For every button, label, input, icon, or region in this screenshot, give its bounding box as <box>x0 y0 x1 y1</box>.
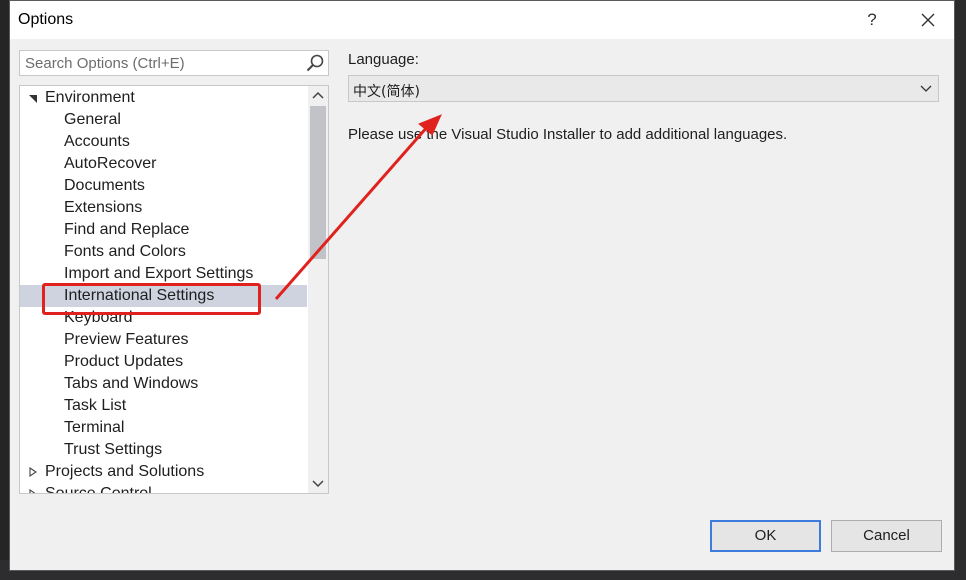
tree-item[interactable]: Environment <box>20 87 307 109</box>
tree-item[interactable]: Accounts <box>20 131 307 153</box>
tree-item[interactable]: Task List <box>20 395 307 417</box>
tree-item-label: Trust Settings <box>64 441 163 458</box>
tree-item-label: Task List <box>64 397 127 414</box>
tree-item-label: Import and Export Settings <box>64 265 254 282</box>
tree-item[interactable]: Trust Settings <box>20 439 307 461</box>
ok-button[interactable]: OK <box>710 520 821 552</box>
tree-item-label: Source Control <box>45 485 152 494</box>
chevron-down-icon <box>920 85 932 92</box>
tree-item[interactable]: Import and Export Settings <box>20 263 307 285</box>
tree-item-label: Preview Features <box>64 331 189 348</box>
tree-item[interactable]: General <box>20 109 307 131</box>
ide-background-left <box>0 0 9 580</box>
close-button[interactable] <box>908 6 948 34</box>
tree-item[interactable]: AutoRecover <box>20 153 307 175</box>
tree-item-label: Fonts and Colors <box>64 243 186 260</box>
tree-item-label: Extensions <box>64 199 143 216</box>
collapsed-arrow-icon[interactable] <box>28 483 38 494</box>
tree-item-label: Projects and Solutions <box>45 463 205 480</box>
tree-item-label: Find and Replace <box>64 221 190 238</box>
tree-item-label: Accounts <box>64 133 130 150</box>
search-input[interactable] <box>20 51 295 75</box>
tree-item[interactable]: Keyboard <box>20 307 307 329</box>
tree-item[interactable]: International Settings <box>20 285 307 307</box>
options-tree[interactable]: Environment General Accounts AutoRecover Doc… <box>19 85 329 494</box>
search-options-box[interactable] <box>19 50 329 76</box>
tree-item-label: International Settings <box>64 287 215 304</box>
search-icon[interactable] <box>304 53 326 73</box>
tree-item-label: Keyboard <box>64 309 133 326</box>
tree-item[interactable]: Preview Features <box>20 329 307 351</box>
collapsed-arrow-icon[interactable] <box>28 461 38 483</box>
tree-scrollbar[interactable] <box>308 86 328 493</box>
tree-item[interactable]: Source Control <box>20 483 307 494</box>
tree-item-label: Terminal <box>64 419 125 436</box>
dialog-titlebar: Options ? <box>10 1 954 39</box>
tree-item[interactable]: Projects and Solutions <box>20 461 307 483</box>
scrollbar-thumb[interactable] <box>310 106 326 259</box>
tree-item[interactable]: Documents <box>20 175 307 197</box>
language-info-text: Please use the Visual Studio Installer t… <box>348 126 788 143</box>
scroll-down-icon[interactable] <box>308 473 328 493</box>
language-selected-value: 中文(简体) <box>353 84 420 100</box>
tree-item[interactable]: Fonts and Colors <box>20 241 307 263</box>
tree-item[interactable]: Terminal <box>20 417 307 439</box>
tree-item[interactable]: Tabs and Windows <box>20 373 307 395</box>
cancel-button[interactable]: Cancel <box>831 520 942 552</box>
options-dialog: Options ? Environment General Accounts Auto… <box>9 0 955 571</box>
tree-item[interactable]: Extensions <box>20 197 307 219</box>
language-label: Language: <box>348 51 419 68</box>
help-button[interactable]: ? <box>852 6 892 34</box>
language-dropdown[interactable]: 中文(简体) <box>348 75 939 102</box>
tree-item-label: General <box>64 111 121 128</box>
ide-background-right <box>955 0 966 580</box>
tree-item-label: Product Updates <box>64 353 184 370</box>
dialog-title: Options <box>18 11 74 28</box>
scroll-up-icon[interactable] <box>308 86 328 106</box>
tree-item[interactable]: Find and Replace <box>20 219 307 241</box>
tree-item-label: Environment <box>45 89 135 106</box>
tree-item[interactable]: Product Updates <box>20 351 307 373</box>
expanded-arrow-icon[interactable] <box>28 87 38 109</box>
tree-item-label: Documents <box>64 177 145 194</box>
tree-item-label: Tabs and Windows <box>64 375 199 392</box>
tree-item-label: AutoRecover <box>64 155 157 172</box>
close-icon <box>921 13 935 27</box>
